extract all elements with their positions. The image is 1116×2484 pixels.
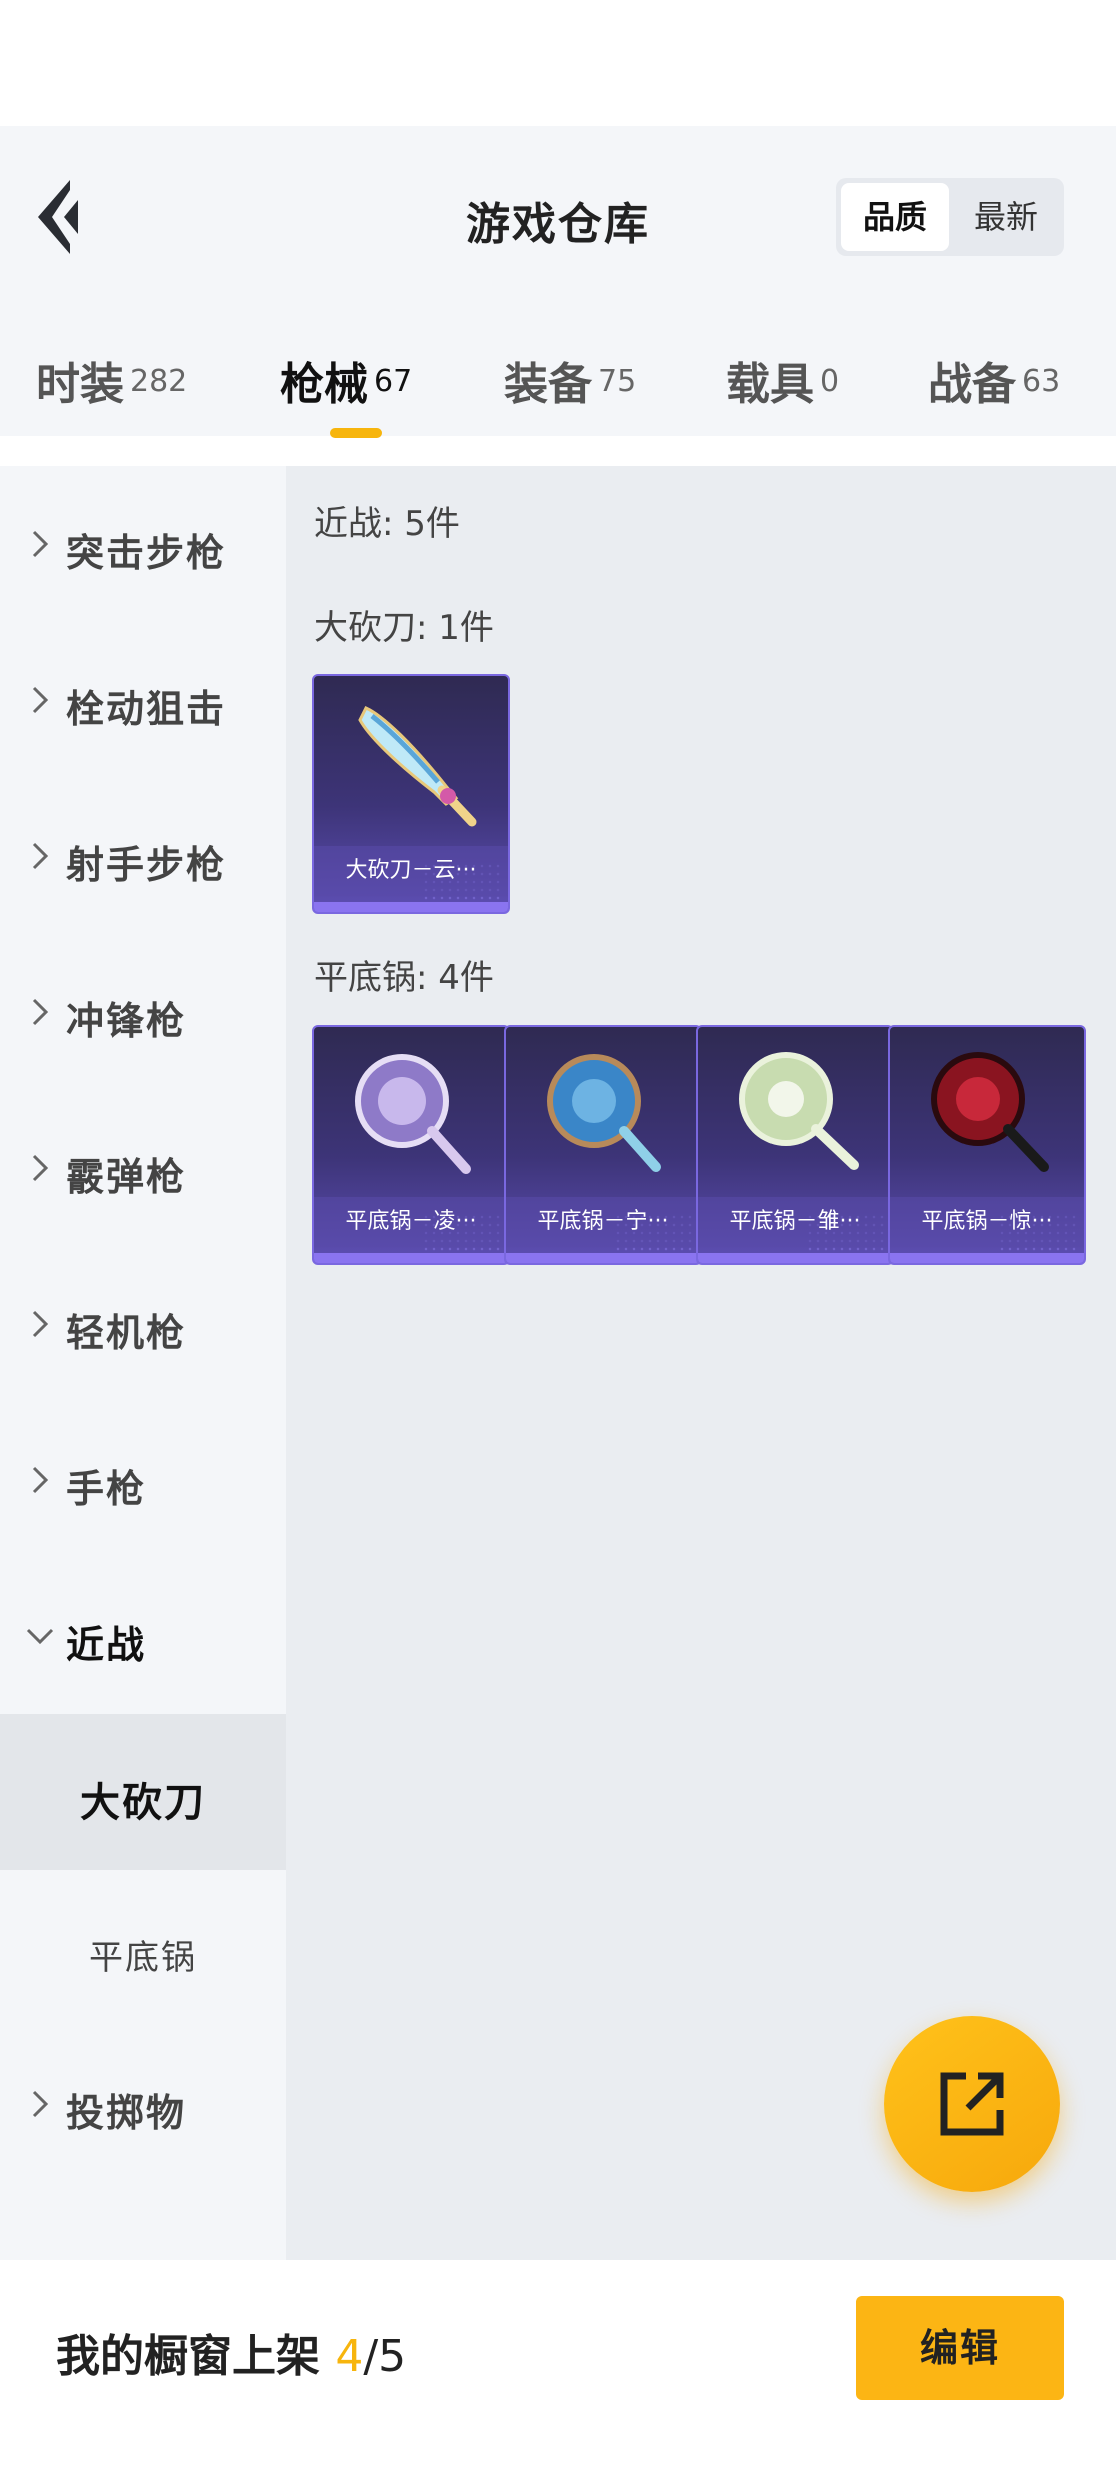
showcase-total: /5 xyxy=(363,2331,407,2382)
sidebar-item-label: 轻机枪 xyxy=(66,1311,187,1355)
sidebar-item-label: 近战 xyxy=(66,1623,147,1667)
item-label: 大砍刀－云··· xyxy=(314,846,508,896)
item-card[interactable]: 平底锅－凌··· xyxy=(312,1025,510,1265)
sort-toggle: 品质 最新 xyxy=(836,178,1064,256)
frying-pan-icon xyxy=(739,1052,859,1170)
tab-label: 载具 xyxy=(726,359,814,410)
showcase-count: 4 xyxy=(335,2331,364,2382)
active-tab-indicator xyxy=(330,428,382,438)
frying-pan-icon xyxy=(931,1052,1049,1172)
sidebar-subitem-label: 大砍刀 xyxy=(80,1780,206,1826)
sidebar-item-label: 突击步枪 xyxy=(66,531,227,575)
item-label: 平底锅－雏··· xyxy=(698,1197,892,1247)
section-title-machete: 大砍刀: 1件 xyxy=(314,608,494,648)
rarity-bar xyxy=(314,902,508,912)
tab-label: 时装 xyxy=(36,359,124,410)
tab-label: 枪械 xyxy=(280,359,368,410)
tab-equipment[interactable]: 装备 75 xyxy=(504,348,636,412)
sidebar-item-assault-rifle[interactable]: 突击步枪 xyxy=(0,496,286,596)
sidebar: 突击步枪 栓动狙击 射手步枪 冲锋枪 霰弹枪 轻机枪 手枪 近战 大砍刀 平底锅… xyxy=(0,466,286,2260)
sidebar-item-lmg[interactable]: 轻机枪 xyxy=(0,1276,286,1376)
tab-count: 0 xyxy=(820,364,840,399)
rarity-bar xyxy=(698,1253,892,1263)
tab-count: 67 xyxy=(374,364,413,399)
chevron-right-icon xyxy=(32,842,49,870)
section-title-frying-pan: 平底锅: 4件 xyxy=(314,958,494,998)
tab-tactical[interactable]: 战备 63 xyxy=(928,348,1060,412)
item-card[interactable]: 平底锅－宁··· xyxy=(504,1025,702,1265)
sidebar-item-smg[interactable]: 冲锋枪 xyxy=(0,964,286,1064)
tab-count: 282 xyxy=(130,364,188,399)
showcase-status: 我的橱窗上架 4/5 xyxy=(56,2320,406,2384)
tab-count: 63 xyxy=(1022,364,1061,399)
sidebar-item-melee[interactable]: 近战 xyxy=(0,1588,286,1688)
share-external-icon xyxy=(940,2072,1004,2136)
tab-label: 战备 xyxy=(928,359,1016,410)
sidebar-item-throwables[interactable]: 投掷物 xyxy=(0,2056,286,2156)
chevron-right-icon xyxy=(32,1310,49,1338)
sort-newest-button[interactable]: 最新 xyxy=(952,183,1060,251)
chevron-right-icon xyxy=(32,1154,49,1182)
sidebar-item-label: 冲锋枪 xyxy=(66,999,187,1043)
item-label: 平底锅－凌··· xyxy=(314,1197,508,1247)
sidebar-item-pistol[interactable]: 手枪 xyxy=(0,1432,286,1532)
sort-quality-button[interactable]: 品质 xyxy=(841,183,949,251)
frying-pan-icon xyxy=(547,1054,661,1172)
share-button[interactable] xyxy=(884,2016,1060,2192)
chevron-right-icon xyxy=(32,686,49,714)
showcase-label: 我的橱窗上架 xyxy=(56,2331,320,2382)
item-label: 平底锅－宁··· xyxy=(506,1197,700,1247)
tab-vehicles[interactable]: 载具 0 xyxy=(726,348,839,412)
tab-label: 装备 xyxy=(504,359,592,410)
rarity-bar xyxy=(314,1253,508,1263)
sidebar-item-bolt-sniper[interactable]: 栓动狙击 xyxy=(0,652,286,752)
sidebar-item-label: 栓动狙击 xyxy=(66,687,227,731)
item-label: 平底锅－惊··· xyxy=(890,1197,1084,1247)
rarity-bar xyxy=(890,1253,1084,1263)
chevron-right-icon xyxy=(32,2090,49,2118)
item-card[interactable]: 平底锅－雏··· xyxy=(696,1025,894,1265)
sidebar-item-label: 投掷物 xyxy=(66,2091,187,2135)
sidebar-subitem-label: 平底锅 xyxy=(89,1938,197,1978)
status-bar xyxy=(0,0,1116,126)
machete-icon xyxy=(358,706,477,827)
tab-fashion[interactable]: 时装 282 xyxy=(36,348,187,412)
frying-pan-icon xyxy=(355,1054,471,1174)
sidebar-item-label: 射手步枪 xyxy=(66,843,227,887)
chevron-right-icon xyxy=(32,998,49,1026)
sidebar-item-marksman-rifle[interactable]: 射手步枪 xyxy=(0,808,286,908)
group-title: 近战: 5件 xyxy=(314,504,460,544)
sidebar-subitem-machete[interactable]: 大砍刀 xyxy=(0,1714,286,1870)
item-card[interactable]: 平底锅－惊··· xyxy=(888,1025,1086,1265)
sidebar-item-shotgun[interactable]: 霰弹枪 xyxy=(0,1120,286,1220)
tab-count: 75 xyxy=(598,364,637,399)
sidebar-item-label: 霰弹枪 xyxy=(66,1155,187,1199)
item-card[interactable]: 大砍刀－云··· xyxy=(312,674,510,914)
chevron-down-icon xyxy=(26,1628,54,1645)
chevron-right-icon xyxy=(32,530,49,558)
tab-firearms[interactable]: 枪械 67 xyxy=(280,348,412,412)
rarity-bar xyxy=(506,1253,700,1263)
edit-button[interactable]: 编辑 xyxy=(856,2296,1064,2400)
sidebar-subitem-frying-pan[interactable]: 平底锅 xyxy=(0,1870,286,2026)
sidebar-item-label: 手枪 xyxy=(66,1467,147,1511)
chevron-right-icon xyxy=(32,1466,49,1494)
